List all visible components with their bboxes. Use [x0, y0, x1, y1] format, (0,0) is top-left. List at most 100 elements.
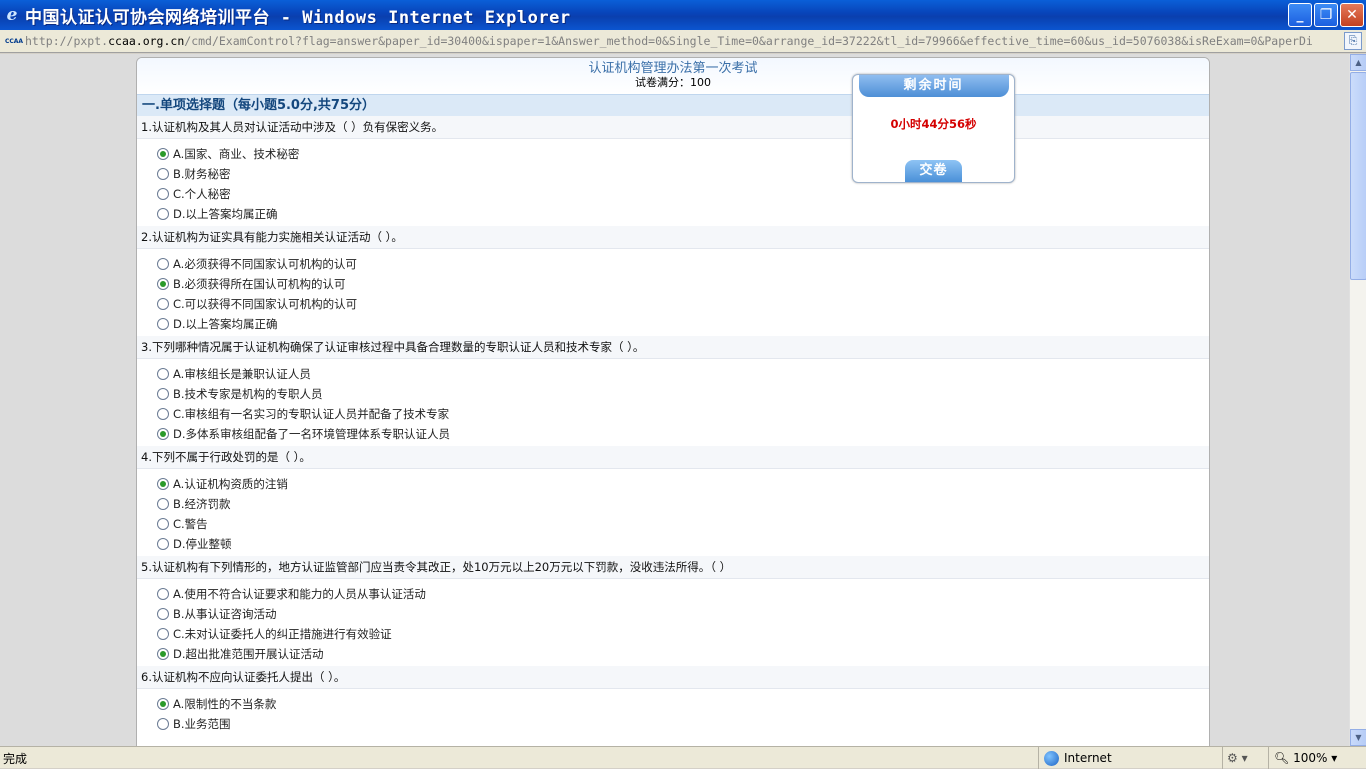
- answer-option[interactable]: B.必须获得所在国认可机构的认可: [137, 274, 1209, 294]
- section-heading: 一.单项选择题（每小题5.0分,共75分）: [137, 94, 1209, 116]
- paper-title: 认证机构管理办法第一次考试: [588, 61, 758, 76]
- radio-button[interactable]: [157, 698, 169, 710]
- radio-button[interactable]: [157, 628, 169, 640]
- url-field[interactable]: http://pxpt.ccaa.org.cn/cmd/ExamControl?…: [25, 32, 1340, 51]
- radio-button[interactable]: [157, 388, 169, 400]
- option-group: A.使用不符合认证要求和能力的人员从事认证活动 B.从事认证咨询活动 C.未对认证委…: [137, 579, 1209, 666]
- window-title: 中国认证认可协会网络培训平台 - Windows Internet Explor…: [25, 7, 571, 28]
- radio-button[interactable]: [157, 648, 169, 660]
- answer-option[interactable]: B.财务秘密: [137, 164, 1209, 184]
- question-text: 4.下列不属于行政处罚的是（ ）。: [137, 446, 1209, 469]
- option-label: A.认证机构资质的注销: [173, 477, 288, 491]
- paper-score: 试卷满分：100: [635, 76, 711, 89]
- answer-option[interactable]: B.从事认证咨询活动: [137, 604, 1209, 624]
- radio-button[interactable]: [157, 498, 169, 510]
- option-group: A.必须获得不同国家认可机构的认可 B.必须获得所在国认可机构的认可 C.可以获得不…: [137, 249, 1209, 336]
- zoom-control[interactable]: 🔍︎ 100% ▾: [1268, 747, 1348, 769]
- timer-widget: 剩余时间 0小时44分56秒 交卷: [852, 74, 1015, 183]
- scroll-up-icon[interactable]: ▲: [1350, 54, 1366, 71]
- radio-button[interactable]: [157, 258, 169, 270]
- protected-mode-icon[interactable]: ⚙ ▾: [1222, 747, 1268, 769]
- status-text: 完成: [3, 752, 28, 766]
- zone-label: Internet: [1064, 751, 1112, 765]
- page-viewport: 认证机构管理办法第一次考试 试卷满分：100 一.单项选择题（每小题5.0分,共…: [0, 54, 1349, 746]
- maximize-button[interactable]: ❐: [1314, 3, 1338, 27]
- answer-option[interactable]: A.使用不符合认证要求和能力的人员从事认证活动: [137, 584, 1209, 604]
- answer-option[interactable]: D.停业整顿: [137, 534, 1209, 554]
- option-label: B.必须获得所在国认可机构的认可: [173, 277, 346, 291]
- minimize-button[interactable]: _: [1288, 3, 1312, 27]
- option-label: C.审核组有一名实习的专职认证人员并配备了技术专家: [173, 407, 450, 421]
- answer-option[interactable]: B.经济罚款: [137, 494, 1209, 514]
- answer-option[interactable]: C.未对认证委托人的纠正措施进行有效验证: [137, 624, 1209, 644]
- option-label: C.个人秘密: [173, 187, 231, 201]
- window-title-bar[interactable]: e 中国认证认可协会网络培训平台 - Windows Internet Expl…: [0, 0, 1366, 30]
- answer-option[interactable]: A.限制性的不当条款: [137, 694, 1209, 714]
- radio-button[interactable]: [157, 538, 169, 550]
- radio-button[interactable]: [157, 208, 169, 220]
- radio-button[interactable]: [157, 168, 169, 180]
- option-label: D.超出批准范围开展认证活动: [173, 647, 324, 661]
- option-label: C.未对认证委托人的纠正措施进行有效验证: [173, 627, 392, 641]
- option-label: B.技术专家是机构的专职人员: [173, 387, 323, 401]
- scroll-thumb[interactable]: [1350, 72, 1366, 280]
- radio-button[interactable]: [157, 278, 169, 290]
- security-zone[interactable]: Internet: [1038, 747, 1216, 769]
- answer-option[interactable]: D.超出批准范围开展认证活动: [137, 644, 1209, 664]
- vertical-scrollbar[interactable]: ▲ ▼: [1349, 54, 1366, 746]
- exam-paper: 认证机构管理办法第一次考试 试卷满分：100 一.单项选择题（每小题5.0分,共…: [136, 57, 1210, 746]
- radio-button[interactable]: [157, 408, 169, 420]
- answer-option[interactable]: D.以上答案均属正确: [137, 314, 1209, 334]
- option-label: D.以上答案均属正确: [173, 317, 278, 331]
- question: 1.认证机构及其人员对认证活动中涉及（ ）负有保密义务。 A.国家、商业、技术秘密…: [137, 116, 1209, 226]
- answer-option[interactable]: B.业务范围: [137, 714, 1209, 734]
- option-group: A.认证机构资质的注销 B.经济罚款 C.警告 D.停业整顿: [137, 469, 1209, 556]
- radio-button[interactable]: [157, 188, 169, 200]
- radio-button[interactable]: [157, 518, 169, 530]
- radio-button[interactable]: [157, 608, 169, 620]
- radio-button[interactable]: [157, 368, 169, 380]
- option-label: A.国家、商业、技术秘密: [173, 147, 300, 161]
- option-label: C.可以获得不同国家认可机构的认可: [173, 297, 358, 311]
- answer-option[interactable]: A.审核组长是兼职认证人员: [137, 364, 1209, 384]
- radio-button[interactable]: [157, 428, 169, 440]
- site-favicon: CCAA: [4, 37, 24, 45]
- radio-button[interactable]: [157, 318, 169, 330]
- close-button[interactable]: ✕: [1340, 3, 1364, 27]
- paper-header: 认证机构管理办法第一次考试 试卷满分：100: [137, 58, 1209, 94]
- option-label: D.多体系审核组配备了一名环境管理体系专职认证人员: [173, 427, 451, 441]
- question-text: 3.下列哪种情况属于认证机构确保了认证审核过程中具备合理数量的专职认证人员和技术…: [137, 336, 1209, 359]
- answer-option[interactable]: D.以上答案均属正确: [137, 204, 1209, 224]
- compat-view-icon[interactable]: ⎘: [1344, 32, 1362, 50]
- question: 6.认证机构不应向认证委托人提出（ ）。 A.限制性的不当条款 B.业务范围: [137, 666, 1209, 736]
- radio-button[interactable]: [157, 588, 169, 600]
- answer-option[interactable]: A.必须获得不同国家认可机构的认可: [137, 254, 1209, 274]
- answer-option[interactable]: C.警告: [137, 514, 1209, 534]
- radio-button[interactable]: [157, 298, 169, 310]
- zoom-icon: 🔍︎: [1274, 751, 1290, 765]
- scroll-down-icon[interactable]: ▼: [1350, 729, 1366, 746]
- radio-button[interactable]: [157, 148, 169, 160]
- option-label: A.限制性的不当条款: [173, 697, 277, 711]
- option-label: D.停业整顿: [173, 537, 232, 551]
- option-label: A.必须获得不同国家认可机构的认可: [173, 257, 357, 271]
- url-host: ccaa.org.cn: [108, 33, 185, 48]
- option-label: B.财务秘密: [173, 167, 231, 181]
- submit-exam-button[interactable]: 交卷: [905, 160, 962, 182]
- answer-option[interactable]: D.多体系审核组配备了一名环境管理体系专职认证人员: [137, 424, 1209, 444]
- question-text: 2.认证机构为证实具有能力实施相关认证活动（ ）。: [137, 226, 1209, 249]
- answer-option[interactable]: B.技术专家是机构的专职人员: [137, 384, 1209, 404]
- answer-option[interactable]: A.国家、商业、技术秘密: [137, 144, 1209, 164]
- radio-button[interactable]: [157, 718, 169, 730]
- answer-option[interactable]: C.可以获得不同国家认可机构的认可: [137, 294, 1209, 314]
- question: 5.认证机构有下列情形的，地方认证监管部门应当责令其改正，处10万元以上20万元…: [137, 556, 1209, 666]
- question: 3.下列哪种情况属于认证机构确保了认证审核过程中具备合理数量的专职认证人员和技术…: [137, 336, 1209, 446]
- answer-option[interactable]: C.个人秘密: [137, 184, 1209, 204]
- question-list: 1.认证机构及其人员对认证活动中涉及（ ）负有保密义务。 A.国家、商业、技术秘密…: [137, 116, 1209, 736]
- radio-button[interactable]: [157, 478, 169, 490]
- answer-option[interactable]: A.认证机构资质的注销: [137, 474, 1209, 494]
- option-group: A.国家、商业、技术秘密 B.财务秘密 C.个人秘密 D.以上答案均属正确: [137, 139, 1209, 226]
- question-text: 6.认证机构不应向认证委托人提出（ ）。: [137, 666, 1209, 689]
- option-group: A.审核组长是兼职认证人员 B.技术专家是机构的专职人员 C.审核组有一名实习的专职…: [137, 359, 1209, 446]
- answer-option[interactable]: C.审核组有一名实习的专职认证人员并配备了技术专家: [137, 404, 1209, 424]
